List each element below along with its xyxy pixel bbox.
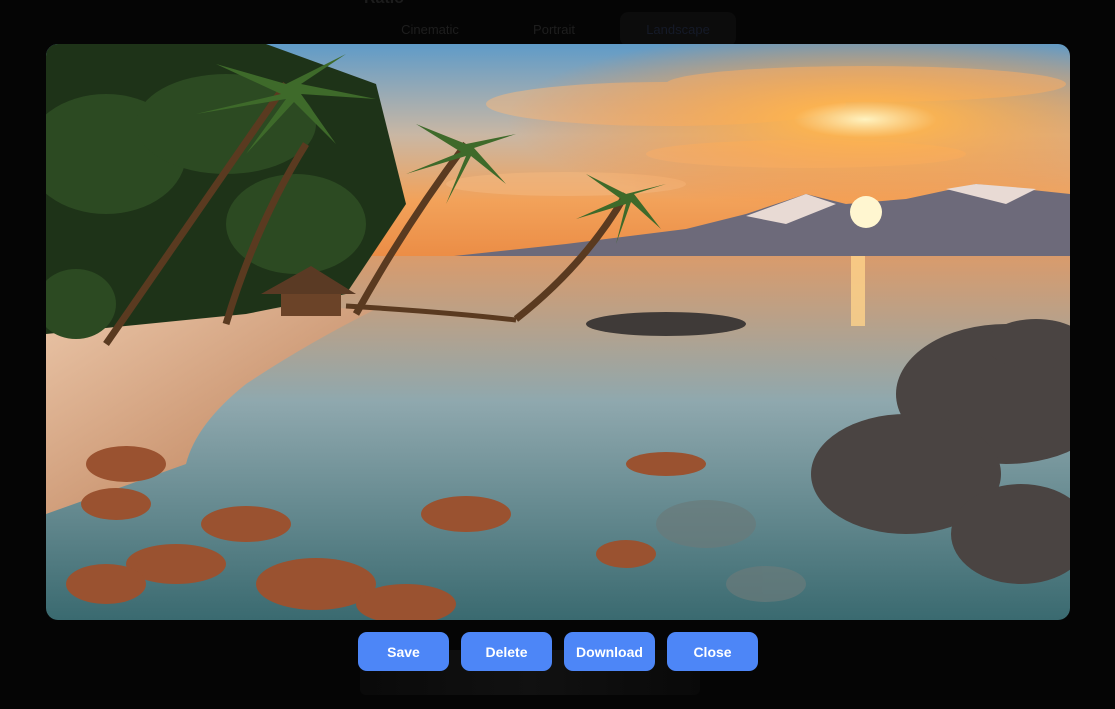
tab-cinematic: Cinematic	[401, 21, 459, 37]
generated-image	[46, 44, 1070, 620]
save-button[interactable]: Save	[358, 632, 449, 671]
background-heading: Ratio	[364, 0, 404, 8]
sunset-beach-image	[46, 44, 1070, 620]
image-actions: Save Delete Download Close	[358, 632, 758, 671]
download-button[interactable]: Download	[564, 632, 655, 671]
delete-button[interactable]: Delete	[461, 632, 552, 671]
tab-landscape: Landscape	[620, 12, 736, 46]
close-button[interactable]: Close	[667, 632, 758, 671]
background-ratio-tabs: Cinematic Portrait Landscape	[372, 12, 736, 46]
tab-portrait: Portrait	[533, 21, 575, 37]
